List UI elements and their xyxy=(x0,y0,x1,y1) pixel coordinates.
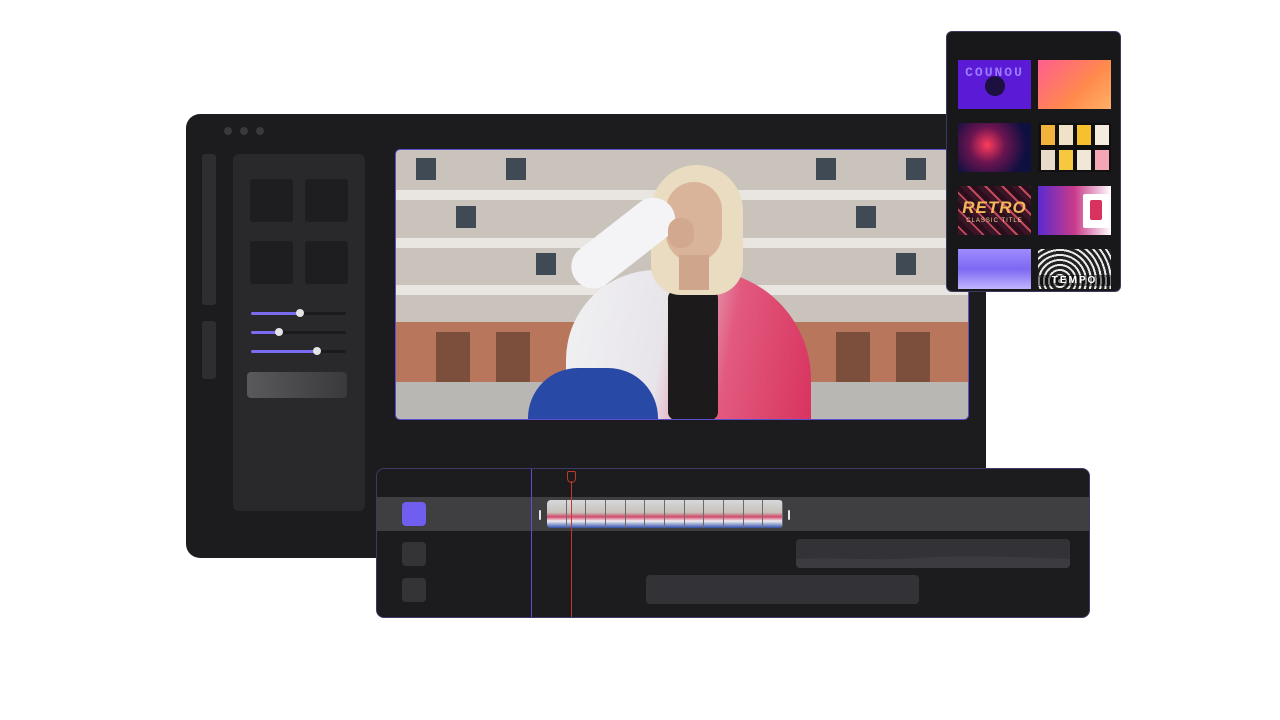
clip-frame xyxy=(665,500,685,528)
playhead-handle[interactable] xyxy=(567,471,576,483)
person-top xyxy=(668,290,718,419)
thumb-collage[interactable] xyxy=(1038,186,1111,235)
clip-trim-handle-left[interactable] xyxy=(539,510,541,520)
audio-clip[interactable] xyxy=(796,539,1070,568)
thumb-bw-tempo[interactable]: TEMPO xyxy=(1038,249,1111,289)
video-track-icon[interactable] xyxy=(402,502,426,526)
slider-fill xyxy=(251,312,301,315)
doorway xyxy=(496,332,530,382)
window-pane xyxy=(856,206,876,228)
thumb-typo-blue[interactable]: COUNOU xyxy=(958,60,1031,109)
apply-button[interactable] xyxy=(247,372,347,398)
effect-tile[interactable] xyxy=(305,241,348,284)
photo-cell xyxy=(1041,125,1055,145)
clip-frame xyxy=(724,500,744,528)
person-hand xyxy=(668,218,694,248)
photo-cell xyxy=(1041,150,1055,170)
playhead-line xyxy=(571,481,572,617)
clip-frame xyxy=(684,500,705,528)
effect-tile[interactable] xyxy=(305,179,348,222)
video-preview[interactable] xyxy=(395,149,969,420)
clip-frame xyxy=(743,500,764,528)
text-clip[interactable] xyxy=(646,575,919,604)
clip-trim-handle-right[interactable] xyxy=(788,510,790,520)
slider-track[interactable] xyxy=(251,328,346,336)
photo-cell xyxy=(1077,125,1091,145)
slider-knob[interactable] xyxy=(274,328,283,336)
template-gallery: COUNOU RETRO CLASSIC TITLE TEMPO xyxy=(946,31,1121,292)
window-pane xyxy=(896,253,916,275)
thumb-purple-waves[interactable] xyxy=(958,249,1031,289)
waveform-shape xyxy=(796,556,1070,568)
thumb-gradient-orange[interactable] xyxy=(1038,60,1111,109)
clip-frame xyxy=(566,500,587,528)
globe-icon xyxy=(985,76,1005,96)
clip-frame xyxy=(586,500,607,528)
window-pane xyxy=(416,158,436,180)
slider-fill xyxy=(251,350,317,353)
retro-subtitle-text: CLASSIC TITLE xyxy=(966,218,1023,224)
video-clip[interactable] xyxy=(547,500,783,528)
window-controls xyxy=(224,127,264,135)
doorway xyxy=(836,332,870,382)
track-header-divider xyxy=(531,469,532,617)
effect-tile[interactable] xyxy=(250,241,293,284)
collage-figure xyxy=(1090,200,1102,220)
window-dot-icon[interactable] xyxy=(240,127,248,135)
timeline-panel xyxy=(376,468,1090,618)
text-track-icon[interactable] xyxy=(402,578,426,602)
photo-cell xyxy=(1095,125,1109,145)
thumb-photo-grid[interactable] xyxy=(1038,123,1111,172)
clip-frame xyxy=(625,500,646,528)
photo-cell xyxy=(1077,150,1091,170)
window-pane xyxy=(816,158,836,180)
slider-track[interactable] xyxy=(251,347,346,355)
window-pane xyxy=(456,206,476,228)
waveform xyxy=(796,556,1070,568)
left-rail-lower[interactable] xyxy=(202,321,216,379)
clip-frame xyxy=(547,500,567,528)
doorway xyxy=(436,332,470,382)
clip-frame xyxy=(645,500,666,528)
person-neck xyxy=(679,255,709,290)
window-dot-icon[interactable] xyxy=(224,127,232,135)
window-pane xyxy=(906,158,926,180)
audio-track-icon[interactable] xyxy=(402,542,426,566)
thumb-retro-title[interactable]: RETRO CLASSIC TITLE xyxy=(958,186,1031,235)
photo-cell xyxy=(1059,150,1073,170)
clip-frame xyxy=(704,500,725,528)
tempo-text: TEMPO xyxy=(1038,275,1111,286)
retro-title-text: RETRO xyxy=(962,198,1027,217)
clip-frame xyxy=(606,500,626,528)
doorway xyxy=(896,332,930,382)
slider-knob[interactable] xyxy=(312,347,321,355)
slider-track[interactable] xyxy=(251,309,346,317)
thumb-neon-helmet[interactable] xyxy=(958,123,1031,172)
window-pane xyxy=(536,253,556,275)
effect-tile[interactable] xyxy=(250,179,293,222)
window-dot-icon[interactable] xyxy=(256,127,264,135)
photo-cell xyxy=(1059,125,1073,145)
window-pane xyxy=(506,158,526,180)
left-rail-upper[interactable] xyxy=(202,154,216,305)
photo-cell xyxy=(1095,150,1109,170)
clip-frame xyxy=(763,500,783,528)
